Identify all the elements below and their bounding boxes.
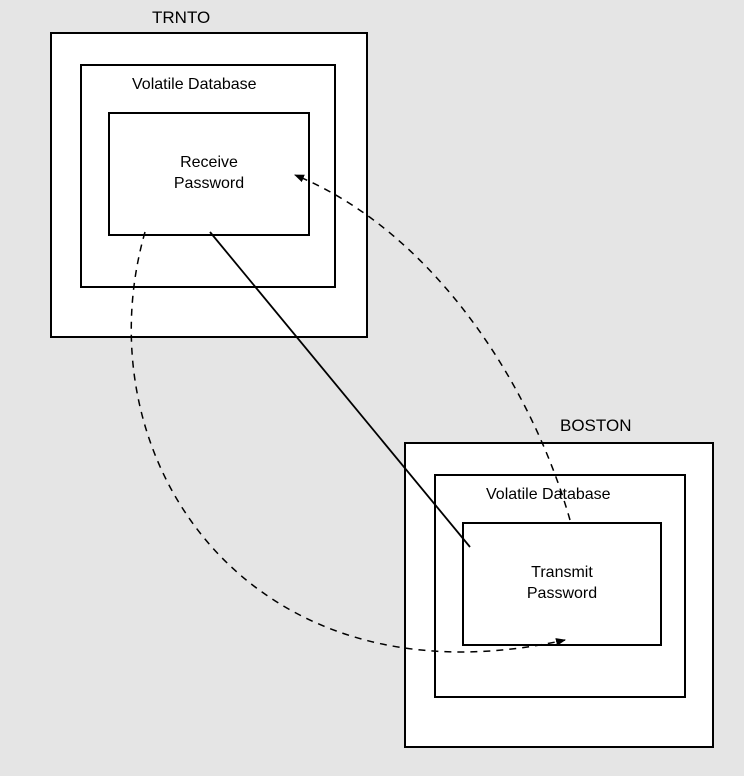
boston-database-label: Volatile Database [486,486,611,504]
trnto-outer-box: Volatile Database Receive Password [50,32,368,338]
boston-inner-box: Transmit Password [462,522,662,646]
trnto-inner-box: Receive Password [108,112,310,236]
trnto-title: TRNTO [152,8,210,28]
boston-database-box: Volatile Database Transmit Password [434,474,686,698]
trnto-database-box: Volatile Database Receive Password [80,64,336,288]
trnto-database-label: Volatile Database [132,76,257,94]
boston-inner-label: Transmit Password [527,563,597,605]
trnto-inner-label: Receive Password [174,153,244,195]
boston-outer-box: Volatile Database Transmit Password [404,442,714,748]
boston-title: BOSTON [560,416,631,436]
